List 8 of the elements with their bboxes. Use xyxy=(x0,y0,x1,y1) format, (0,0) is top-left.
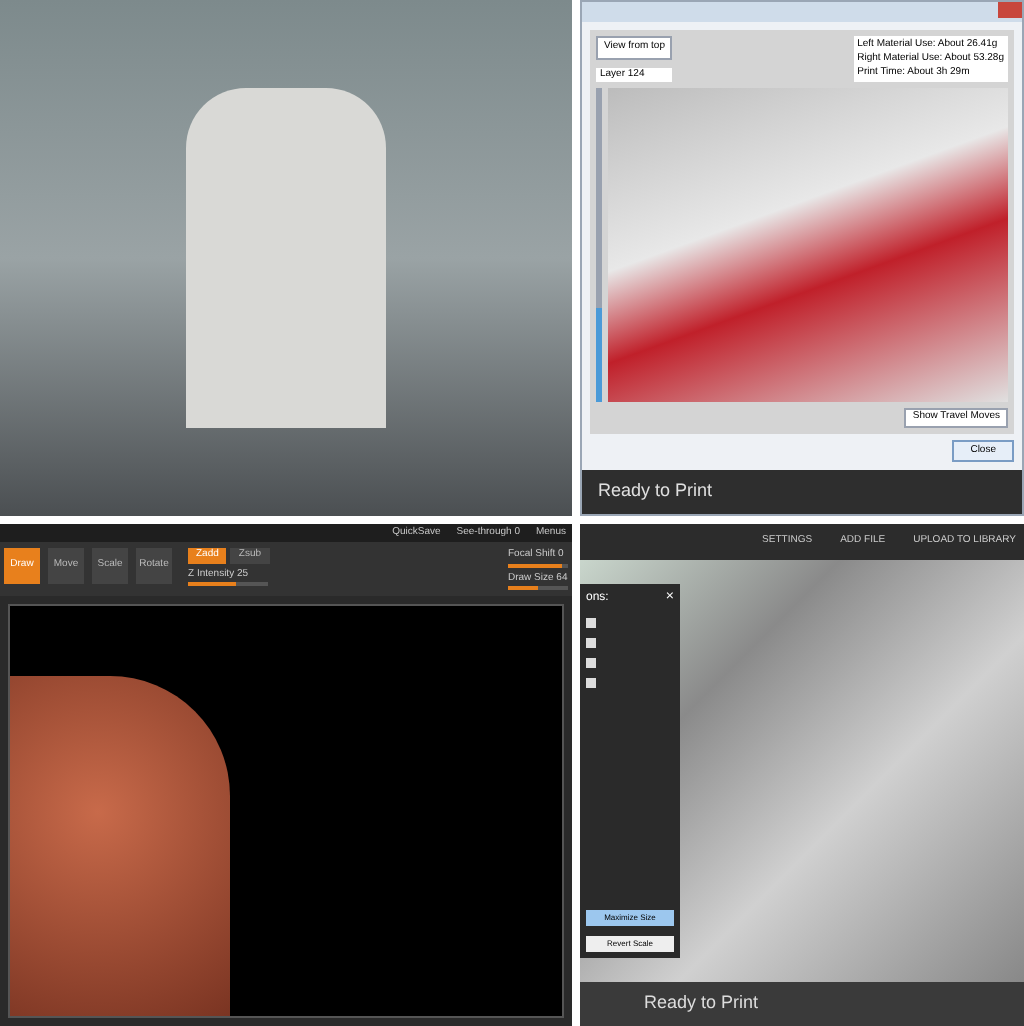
close-icon[interactable] xyxy=(998,2,1022,18)
layer-slider-track[interactable] xyxy=(596,88,602,402)
status-text: Ready to Print xyxy=(598,478,713,505)
option-checkbox[interactable] xyxy=(586,618,596,628)
option-checkbox[interactable] xyxy=(586,658,596,668)
option-checkbox[interactable] xyxy=(586,638,596,648)
option-checkbox[interactable] xyxy=(586,678,596,688)
status-text: Ready to Print xyxy=(644,990,759,1017)
